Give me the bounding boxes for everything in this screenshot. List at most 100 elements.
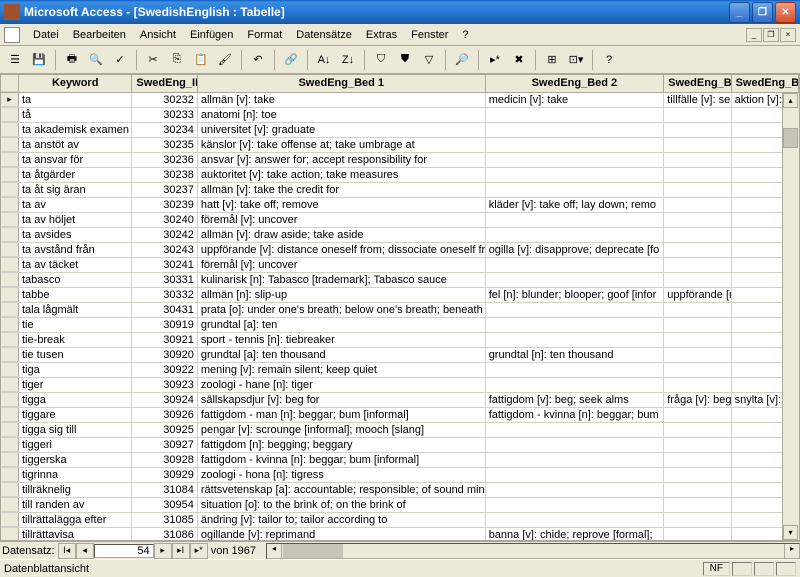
cell[interactable] (664, 498, 731, 512)
row-selector[interactable] (1, 303, 19, 317)
cell[interactable]: tie (19, 318, 132, 332)
col-swedeng-bed3[interactable]: SwedEng_Bed (664, 75, 731, 92)
cell[interactable]: 30233 (132, 108, 197, 122)
cell[interactable] (486, 468, 665, 482)
table-row[interactable]: tie-break30921sport - tennis [n]: tiebre… (1, 333, 799, 348)
table-row[interactable]: ta akademisk examen30234universitet [v]:… (1, 123, 799, 138)
record-number-input[interactable] (94, 544, 154, 558)
cell[interactable]: 30239 (132, 198, 197, 212)
table-row[interactable]: tie30919grundtal [a]: ten (1, 318, 799, 333)
cell[interactable] (486, 123, 665, 137)
row-selector[interactable] (1, 363, 19, 377)
table-row[interactable]: tillräknelig31084rättsvetenskap [a]: acc… (1, 483, 799, 498)
cell[interactable]: 31086 (132, 528, 197, 541)
cell[interactable]: 30928 (132, 453, 197, 467)
row-selector[interactable] (1, 138, 19, 152)
cell[interactable]: 30238 (132, 168, 197, 182)
cell[interactable]: ogilla [v]: disapprove; deprecate [fo (486, 243, 665, 257)
cell[interactable]: tala lågmält (19, 303, 132, 317)
menu-datensaetze[interactable]: Datensätze (289, 27, 359, 43)
mdi-close[interactable]: × (780, 28, 796, 42)
row-selector[interactable] (1, 213, 19, 227)
cell[interactable] (664, 168, 731, 182)
cell[interactable] (664, 303, 731, 317)
cell[interactable] (664, 123, 731, 137)
cell[interactable]: allmän [v]: take (198, 93, 486, 107)
scroll-up-button[interactable]: ▴ (783, 93, 798, 108)
cell[interactable]: föremål [v]: uncover (198, 213, 486, 227)
cell[interactable] (486, 453, 665, 467)
copy-button[interactable]: ⎘ (166, 49, 188, 71)
table-row[interactable]: tillrättalägga efter31085ändring [v]: ta… (1, 513, 799, 528)
hscroll-right[interactable]: ▸ (784, 544, 799, 558)
cell[interactable] (486, 438, 665, 452)
cell[interactable]: rättsvetenskap [a]: accountable; respons… (198, 483, 486, 497)
cell[interactable]: 30240 (132, 213, 197, 227)
menu-datei[interactable]: Datei (26, 27, 66, 43)
table-row[interactable]: tabbe30332allmän [n]: slip-upfel [n]: bl… (1, 288, 799, 303)
cell[interactable]: känslor [v]: take offense at; take umbra… (198, 138, 486, 152)
cell[interactable] (486, 303, 665, 317)
cell[interactable] (486, 498, 665, 512)
cell[interactable] (486, 333, 665, 347)
cell[interactable]: 30920 (132, 348, 197, 362)
cell[interactable]: 30242 (132, 228, 197, 242)
cell[interactable] (664, 408, 731, 422)
cell[interactable]: 30332 (132, 288, 197, 302)
scroll-down-button[interactable]: ▾ (783, 525, 798, 540)
cell[interactable] (486, 423, 665, 437)
cell[interactable]: 30234 (132, 123, 197, 137)
cell[interactable] (486, 363, 665, 377)
table-row[interactable]: ta ansvar för30236ansvar [v]: answer for… (1, 153, 799, 168)
row-selector[interactable] (1, 168, 19, 182)
row-selector[interactable] (1, 423, 19, 437)
table-row[interactable]: tabasco30331kulinarisk [n]: Tabasco [tra… (1, 273, 799, 288)
cell[interactable]: föremål [v]: uncover (198, 258, 486, 272)
row-selector[interactable] (1, 528, 19, 541)
cell[interactable]: fattigdom - kvinna [n]: beggar; bum [inf… (198, 453, 486, 467)
database-window-button[interactable]: ⊞ (541, 49, 563, 71)
cell[interactable] (664, 483, 731, 497)
cell[interactable]: 30926 (132, 408, 197, 422)
col-swedeng-bed2[interactable]: SwedEng_Bed 2 (486, 75, 665, 92)
print-button[interactable]: 🖶 (61, 49, 83, 71)
minimize-button[interactable]: _ (729, 2, 750, 23)
row-selector[interactable] (1, 108, 19, 122)
new-record-button[interactable]: ▸* (484, 49, 506, 71)
cell[interactable]: 31085 (132, 513, 197, 527)
row-selector[interactable] (1, 333, 19, 347)
scroll-thumb[interactable] (783, 128, 798, 148)
cell[interactable]: universitet [v]: graduate (198, 123, 486, 137)
row-selector[interactable] (1, 153, 19, 167)
cell[interactable]: ansvar [v]: answer for; accept responsib… (198, 153, 486, 167)
menu-help[interactable]: ? (455, 27, 475, 43)
row-selector[interactable] (1, 498, 19, 512)
cell[interactable]: 30923 (132, 378, 197, 392)
cell[interactable]: ta åtgärder (19, 168, 132, 182)
table-row[interactable]: ta av30239hatt [v]: take off; removekläd… (1, 198, 799, 213)
table-row[interactable]: ta åt sig äran30237allmän [v]: take the … (1, 183, 799, 198)
cell[interactable]: ändring [v]: tailor to; tailor according… (198, 513, 486, 527)
cell[interactable]: ogillande [v]: reprimand (198, 528, 486, 541)
close-button[interactable]: ✕ (775, 2, 796, 23)
cell[interactable]: ta (19, 93, 132, 107)
menu-extras[interactable]: Extras (359, 27, 404, 43)
cell[interactable]: tillrättavisa (19, 528, 132, 541)
cell[interactable]: 30237 (132, 183, 197, 197)
cell[interactable]: ta av (19, 198, 132, 212)
find-button[interactable]: 🔎 (451, 49, 473, 71)
cell[interactable]: auktoritet [v]: take action; take measur… (198, 168, 486, 182)
table-row[interactable]: tiggerska30928fattigdom - kvinna [n]: be… (1, 453, 799, 468)
cell[interactable] (664, 213, 731, 227)
cell[interactable]: tiger (19, 378, 132, 392)
filter-toggle-button[interactable]: ▽ (418, 49, 440, 71)
table-row[interactable]: till randen av30954situation [o]: to the… (1, 498, 799, 513)
cell[interactable]: tå (19, 108, 132, 122)
cell[interactable] (486, 228, 665, 242)
maximize-button[interactable]: ❐ (752, 2, 773, 23)
cell[interactable]: fattigdom - kvinna [n]: beggar; bum (486, 408, 665, 422)
cell[interactable] (486, 378, 665, 392)
row-selector[interactable] (1, 408, 19, 422)
cell[interactable]: ta avstånd från (19, 243, 132, 257)
select-all-corner[interactable] (1, 75, 19, 92)
